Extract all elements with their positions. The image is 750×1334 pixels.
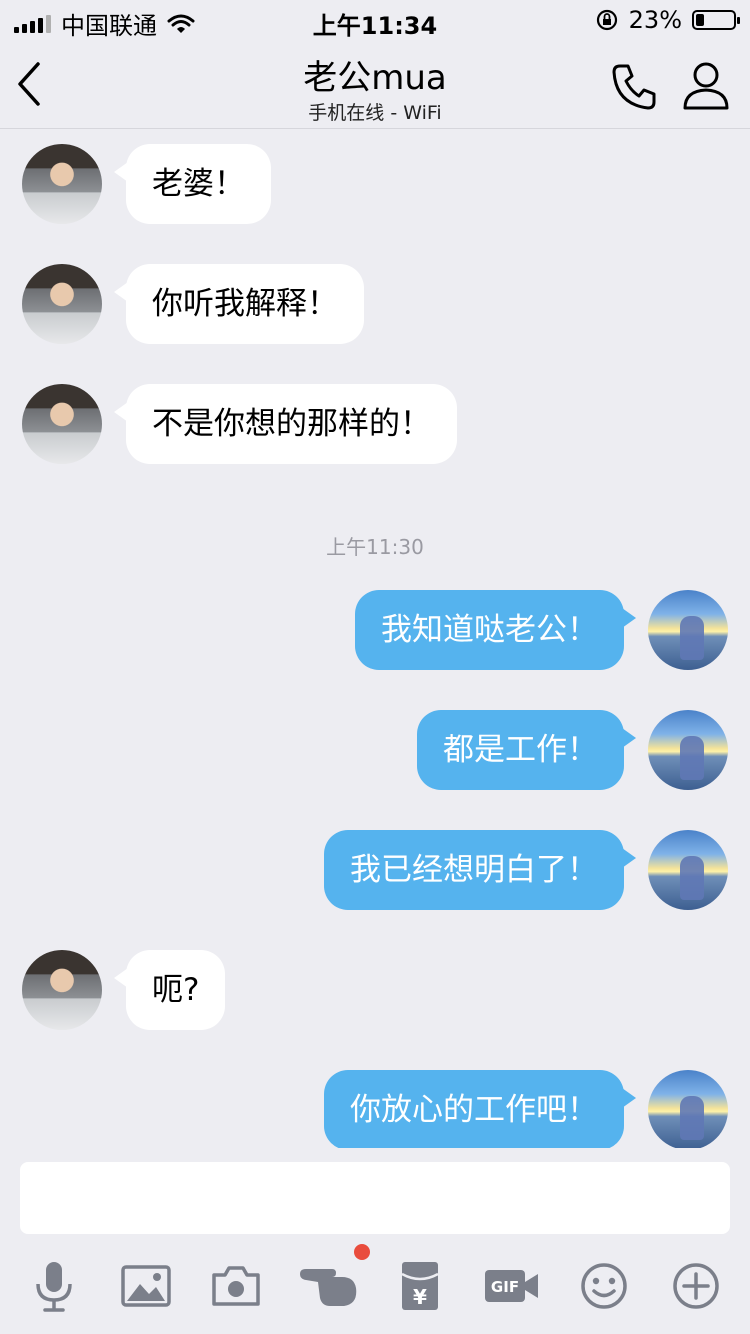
plus-icon[interactable]	[668, 1258, 724, 1314]
message-bubble[interactable]: 你放心的工作吧！	[324, 1070, 636, 1148]
message-row: 呃?	[0, 950, 750, 1032]
user-avatar[interactable]	[648, 830, 728, 910]
message-bubble[interactable]: 你听我解释！	[114, 264, 364, 344]
contact-avatar[interactable]	[22, 950, 102, 1030]
notification-dot	[354, 1244, 370, 1260]
message-bubble[interactable]: 我已经想明白了！	[324, 830, 636, 910]
message-row: 不是你想的那样的！	[0, 384, 750, 466]
message-row: 你听我解释！	[0, 264, 750, 346]
message-bubble[interactable]: 老婆！	[114, 144, 271, 224]
message-list[interactable]: 老婆！ 你听我解释！ 不是你想的那样的！ 上午11:30 我知道哒老公！ 都是工…	[0, 129, 750, 1148]
message-row: 我已经想明白了！	[0, 830, 750, 912]
emoji-icon[interactable]	[576, 1258, 632, 1314]
status-bar: 中国联通 上午11:34 23%	[0, 0, 750, 40]
camera-icon[interactable]	[208, 1258, 264, 1314]
profile-icon[interactable]	[680, 58, 732, 114]
red-packet-icon[interactable]: ¥	[392, 1258, 448, 1314]
contact-avatar[interactable]	[22, 264, 102, 344]
message-row: 都是工作！	[0, 710, 750, 792]
contact-avatar[interactable]	[22, 144, 102, 224]
contact-avatar[interactable]	[22, 384, 102, 464]
message-bubble[interactable]: 都是工作！	[417, 710, 636, 790]
user-avatar[interactable]	[648, 590, 728, 670]
message-input[interactable]	[20, 1162, 730, 1234]
message-row: 老婆！	[0, 144, 750, 226]
battery-fill	[696, 14, 704, 26]
message-timestamp: 上午11:30	[326, 535, 424, 559]
poke-hand-icon[interactable]	[298, 1258, 362, 1314]
battery-percent: 23%	[628, 6, 682, 34]
chat-header: 老公mua 手机在线 - WiFi	[0, 40, 750, 129]
message-bubble[interactable]: 不是你想的那样的！	[114, 384, 457, 464]
phone-icon[interactable]	[606, 58, 662, 114]
gif-icon[interactable]: GIF	[482, 1258, 542, 1314]
svg-text:GIF: GIF	[491, 1278, 519, 1296]
svg-text:¥: ¥	[413, 1285, 427, 1309]
user-avatar[interactable]	[648, 1070, 728, 1148]
status-right: 23%	[595, 6, 740, 34]
image-icon[interactable]	[118, 1258, 174, 1314]
orientation-lock-icon	[596, 9, 617, 31]
message-bubble[interactable]: 呃?	[113, 950, 226, 1030]
message-row: 你放心的工作吧！	[0, 1070, 750, 1148]
message-row: 我知道哒老公！	[0, 590, 750, 672]
input-toolbar: ¥ GIF	[0, 1234, 750, 1334]
microphone-icon[interactable]	[26, 1258, 82, 1314]
battery-icon	[692, 10, 740, 30]
message-bubble[interactable]: 我知道哒老公！	[355, 590, 636, 670]
user-avatar[interactable]	[648, 710, 728, 790]
